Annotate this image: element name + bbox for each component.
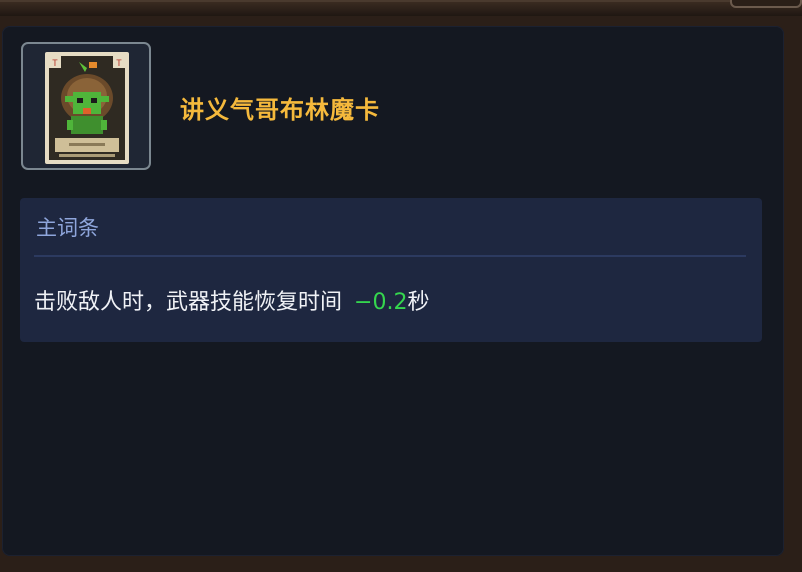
- card-icon-slot[interactable]: T T: [21, 42, 151, 170]
- close-tab[interactable]: [730, 0, 802, 8]
- affix-divider: [34, 255, 746, 257]
- affix-description: 击败敌人时，武器技能恢复时间: [34, 290, 343, 315]
- svg-text:T: T: [52, 59, 58, 69]
- main-affix-section: 主词条 击败敌人时，武器技能恢复时间 −0.2秒: [20, 198, 762, 342]
- affix-value: −0.2: [354, 290, 408, 315]
- frame-top-edge: [0, 2, 802, 16]
- goblin-card-icon: T T: [45, 52, 129, 164]
- svg-text:T: T: [116, 59, 122, 69]
- tooltip-frame: T T 讲义气哥布林魔卡 主词条 击败敌人时，武器技能恢复时间 −0.2秒: [0, 0, 802, 572]
- affix-header: 主词条: [36, 216, 99, 240]
- card-name: 讲义气哥布林魔卡: [180, 96, 380, 124]
- card-detail-panel: T T 讲义气哥布林魔卡 主词条 击败敌人时，武器技能恢复时间 −0.2秒: [2, 26, 784, 556]
- affix-unit: 秒: [407, 290, 430, 315]
- affix-description-line: 击败敌人时，武器技能恢复时间 −0.2秒: [34, 284, 429, 316]
